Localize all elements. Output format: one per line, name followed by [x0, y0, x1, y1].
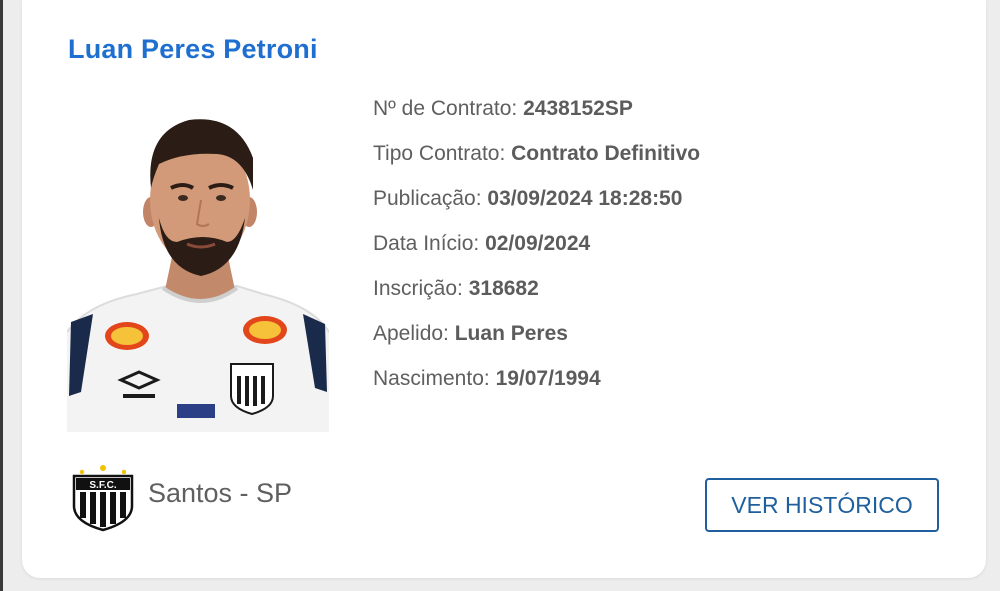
player-photo — [67, 92, 329, 432]
detail-birthdate: Nascimento: 19/07/1994 — [373, 367, 601, 390]
club-logo-text: S.F.C. — [89, 480, 116, 491]
detail-publication: Publicação: 03/09/2024 18:28:50 — [373, 187, 683, 210]
contract-details: Nº de Contrato: 2438152SP Tipo Contrato:… — [373, 92, 700, 407]
detail-nickname: Apelido: Luan Peres — [373, 322, 568, 345]
detail-start-date: Data Início: 02/09/2024 — [373, 232, 591, 255]
club-info: S.F.C. Santos - SP — [68, 462, 292, 532]
santos-crest-icon: S.F.C. — [72, 465, 134, 532]
window-edge — [0, 0, 3, 591]
detail-registration: Inscrição: 318682 — [373, 277, 539, 300]
player-name: Luan Peres Petroni — [68, 34, 318, 64]
club-name: Santos - SP — [148, 477, 293, 508]
view-history-button[interactable]: VER HISTÓRICO — [705, 478, 939, 532]
detail-contract-number: Nº de Contrato: 2438152SP — [373, 97, 633, 120]
detail-contract-type: Tipo Contrato: Contrato Definitivo — [373, 142, 701, 165]
player-contract-card: Luan Peres Petroni Nº de Contrato: 24381… — [22, 0, 986, 578]
